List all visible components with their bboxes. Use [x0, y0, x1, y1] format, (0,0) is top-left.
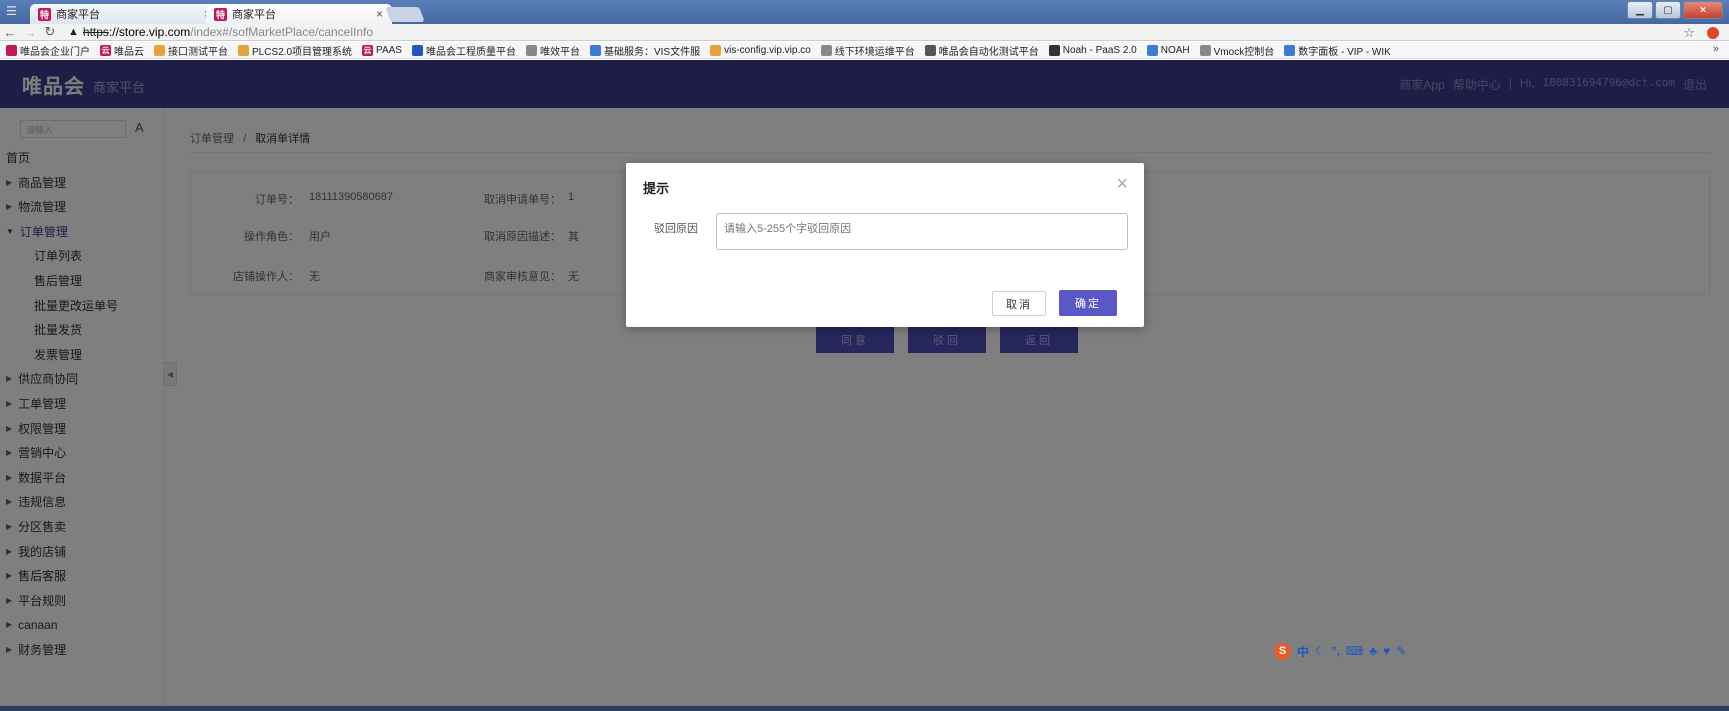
dialog-cancel-button[interactable]: 取消	[992, 291, 1046, 316]
tab-close-icon[interactable]: ×	[376, 7, 383, 21]
new-tab-button[interactable]	[385, 7, 425, 22]
wrench-icon[interactable]: ✎	[1396, 644, 1406, 658]
bookmark-favicon-icon	[238, 44, 249, 56]
bookmark-item[interactable]: 唯效平台	[525, 43, 580, 58]
bookmark-item[interactable]: 唯品会工程质量平台	[411, 43, 516, 58]
bookmark-item[interactable]: vis-config.vip.vip.co	[710, 44, 811, 56]
bookmark-item[interactable]: Noah - PaaS 2.0	[1048, 44, 1137, 56]
bookmark-favicon-icon	[1048, 44, 1060, 56]
reload-icon[interactable]: ↻	[40, 24, 60, 40]
bookmark-item[interactable]: 云 PAAS	[362, 44, 402, 56]
back-icon[interactable]: ←	[0, 25, 20, 40]
toolbox-icon[interactable]: ♣	[1369, 644, 1377, 658]
keyboard-icon[interactable]: ⌨	[1346, 644, 1363, 658]
bookmark-favicon-icon	[710, 44, 722, 56]
moon-icon[interactable]: ☾	[1315, 644, 1326, 658]
ime-mode-indicator[interactable]: 中	[1297, 643, 1309, 660]
bookmark-item[interactable]: NOAH	[1146, 44, 1190, 56]
bookmarks-bar: 唯品会企业门户云唯品云 接口测试平台 PLCS2.0项目管理系统云 PAAS 唯品会工程…	[0, 42, 1729, 59]
bookmark-label: 接口测试平台	[168, 46, 228, 58]
bookmark-favicon-icon	[1146, 44, 1158, 56]
bookmark-item[interactable]: 唯品会自动化测试平台	[924, 43, 1039, 58]
bookmark-item[interactable]: 云唯品云	[100, 43, 144, 58]
bookmark-label: 数字面板 - VIP - WIK	[1298, 46, 1391, 58]
bookmark-item[interactable]: 唯品会企业门户	[6, 43, 90, 58]
browser-menu-icon[interactable]: ☰	[6, 4, 26, 20]
bookmark-label: PLCS2.0项目管理系统	[252, 46, 353, 58]
minimize-icon[interactable]: ▁	[1627, 1, 1653, 19]
url-protocol: https	[82, 25, 109, 39]
bookmark-favicon-icon	[589, 44, 601, 56]
url-field[interactable]: ▲ https ://store.vip.com /index#/sofMark…	[68, 25, 373, 39]
favicon-icon: 特	[38, 7, 51, 21]
bookmark-item[interactable]: 接口测试平台	[154, 43, 228, 58]
dialog-confirm-button[interactable]: 确定	[1059, 290, 1117, 316]
window-controls: ▁ ▢ ×	[1627, 1, 1723, 19]
bookmark-favicon-icon	[820, 44, 832, 56]
ime-toolbar: S 中 ☾ °, ⌨ ♣ ♥ ✎	[1274, 642, 1406, 660]
forward-icon[interactable]: →	[20, 25, 40, 40]
bookmark-item[interactable]: Vmock控制台	[1199, 43, 1275, 58]
os-taskbar	[0, 706, 1729, 711]
bookmark-label: 唯品会自动化测试平台	[938, 46, 1039, 58]
dialog-close-icon[interactable]: ×	[1116, 173, 1128, 196]
bookmark-item[interactable]: PLCS2.0项目管理系统	[238, 43, 352, 58]
bookmark-label: PAAS	[376, 44, 402, 56]
favicon-icon: 特	[214, 7, 227, 21]
bookmark-favicon-icon	[1199, 44, 1211, 56]
bookmark-favicon-icon	[924, 44, 936, 56]
bookmark-item[interactable]: 线下环境运维平台	[820, 43, 915, 58]
maximize-icon[interactable]: ▢	[1655, 1, 1681, 19]
skin-icon[interactable]: ♥	[1383, 644, 1390, 658]
extension-icon[interactable]	[1707, 26, 1719, 39]
bookmark-favicon-icon	[525, 44, 537, 56]
bookmark-favicon-icon: 云	[362, 44, 374, 56]
modal-overlay[interactable]	[0, 60, 1729, 711]
address-bar: ← → ↻ ▲ https ://store.vip.com /index#/s…	[0, 24, 1729, 41]
bookmark-favicon-icon	[154, 44, 165, 56]
bookmark-label: 唯品会企业门户	[20, 46, 90, 58]
sogou-ime-icon[interactable]: S	[1274, 642, 1291, 660]
bookmark-favicon-icon	[411, 44, 423, 56]
url-host: ://store.vip.com	[108, 25, 191, 39]
window-close-icon[interactable]: ×	[1683, 1, 1723, 19]
bookmark-label: 唯品云	[114, 46, 144, 58]
bookmark-label: 唯品会工程质量平台	[425, 46, 516, 58]
tab-title: 商家平台	[232, 9, 276, 21]
bookmark-star-icon[interactable]: ☆	[1683, 25, 1695, 41]
bookmark-label: Noah - PaaS 2.0	[1062, 44, 1137, 56]
bookmark-label: 唯效平台	[539, 46, 580, 58]
bookmark-item[interactable]: 基础服务：VIS文件服	[589, 43, 701, 58]
bookmark-label: 线下环境运维平台	[834, 46, 915, 58]
punctuation-icon[interactable]: °,	[1332, 644, 1340, 658]
bookmark-label: NOAH	[1160, 44, 1190, 56]
browser-tab-1[interactable]: 特 商家平台 ×	[30, 4, 220, 24]
reject-reason-textarea[interactable]	[716, 213, 1128, 250]
tab-title: 商家平台	[56, 9, 100, 21]
bookmark-item[interactable]: 数字面板 - VIP - WIK	[1284, 43, 1391, 58]
bookmark-label: vis-config.vip.vip.co	[724, 44, 811, 56]
browser-tab-2[interactable]: 特 商家平台 ×	[206, 4, 392, 24]
bookmarks-overflow-icon[interactable]: »	[1713, 43, 1719, 55]
browser-tab-strip: ☰ 特 商家平台 × 特 商家平台 × ▁ ▢ ×	[0, 0, 1729, 24]
bookmark-favicon-icon	[1284, 44, 1296, 56]
insecure-warning-icon: ▲	[68, 26, 79, 38]
bookmark-favicon-icon	[6, 44, 17, 56]
url-path: /index#/sofMarketPlace/cancelInfo	[190, 25, 374, 39]
dialog-title: 提示	[643, 181, 670, 196]
bookmark-label: 基础服务：VIS文件服	[603, 46, 701, 58]
bookmark-favicon-icon: 云	[100, 44, 111, 56]
reject-reason-dialog: 提示 × 驳回原因 取消 确定	[626, 163, 1144, 327]
bookmark-label: Vmock控制台	[1213, 46, 1275, 58]
reject-reason-label: 驳回原因	[654, 223, 698, 235]
